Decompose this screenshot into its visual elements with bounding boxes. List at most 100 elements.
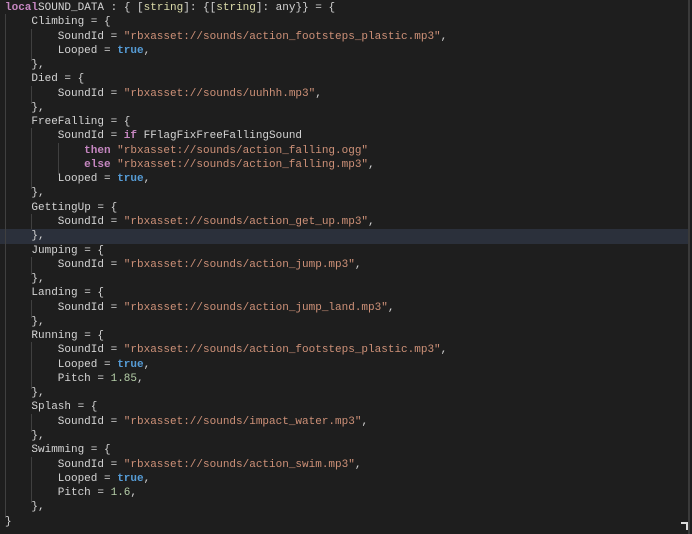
code-line[interactable]: Looped = true, bbox=[5, 42, 688, 62]
code-text: SoundId = bbox=[57, 258, 124, 271]
code-line[interactable]: SoundId = "rbxasset://sounds/action_jump… bbox=[5, 256, 688, 276]
code-text: Looped = bbox=[57, 472, 118, 485]
code-line[interactable]: SoundId = "rbxasset://sounds/action_jump… bbox=[5, 299, 688, 319]
code-line[interactable]: }, bbox=[5, 185, 688, 205]
indent-guide bbox=[31, 485, 57, 504]
indent-guide bbox=[31, 213, 57, 233]
indent-guide bbox=[5, 470, 31, 490]
string-literal: "rbxasset://sounds/uuhhh.mp3" bbox=[123, 87, 316, 100]
code-line[interactable]: SoundId = "rbxasset://sounds/action_get_… bbox=[5, 213, 688, 233]
code-line[interactable]: Splash = { bbox=[5, 399, 688, 419]
indent-guide bbox=[5, 285, 31, 304]
code-line[interactable]: SoundId = "rbxasset://sounds/action_swim… bbox=[5, 456, 688, 476]
code-line[interactable]: GettingUp = { bbox=[5, 199, 688, 219]
code-text: FreeFalling = { bbox=[31, 116, 131, 129]
boolean-literal: true bbox=[117, 44, 144, 57]
code-line[interactable]: Pitch = 1.6, bbox=[5, 485, 688, 504]
code-text: , bbox=[354, 458, 362, 471]
code-line[interactable]: Running = { bbox=[5, 328, 688, 347]
code-text: SoundId = bbox=[57, 415, 124, 428]
type-annotation: string bbox=[143, 2, 184, 14]
string-literal: "rbxasset://sounds/action_get_up.mp3" bbox=[123, 215, 369, 228]
code-text: , bbox=[361, 415, 369, 428]
code-text: , bbox=[143, 173, 151, 186]
code-line[interactable]: Died = { bbox=[5, 71, 688, 90]
code-text: , bbox=[387, 301, 395, 314]
indent-guide bbox=[5, 427, 31, 447]
string-literal: "rbxasset://sounds/action_falling.mp3" bbox=[110, 158, 369, 171]
code-area[interactable]: localSOUND_DATA : { [string]: {[string]:… bbox=[0, 1, 688, 529]
code-line[interactable]: Swimming = { bbox=[5, 442, 688, 461]
boolean-literal: true bbox=[117, 358, 144, 371]
indent-guide bbox=[5, 313, 31, 333]
string-literal: "rbxasset://sounds/action_footsteps_plas… bbox=[123, 344, 441, 357]
code-line[interactable]: Pitch = 1.85, bbox=[5, 370, 688, 390]
indent-guide bbox=[31, 342, 57, 362]
code-line[interactable]: }, bbox=[0, 228, 688, 247]
code-text: , bbox=[440, 344, 448, 357]
code-line[interactable]: }, bbox=[5, 313, 688, 333]
code-line[interactable]: SoundId = "rbxasset://sounds/action_foot… bbox=[5, 342, 688, 362]
code-text: FFlagFixFreeFallingSound bbox=[137, 130, 303, 143]
code-line[interactable]: then "rbxasset://sounds/action_falling.o… bbox=[5, 142, 688, 162]
code-line[interactable]: SoundId = if FFlagFixFreeFallingSound bbox=[5, 128, 688, 148]
code-text: } bbox=[5, 515, 12, 528]
code-editor[interactable]: localSOUND_DATA : { [string]: {[string]:… bbox=[0, 0, 690, 534]
code-line[interactable]: Climbing = { bbox=[5, 14, 688, 33]
string-literal: "rbxasset://sounds/action_jump_land.mp3" bbox=[123, 301, 388, 314]
code-line[interactable]: }, bbox=[5, 499, 688, 518]
code-line[interactable]: SoundId = "rbxasset://sounds/action_foot… bbox=[5, 28, 688, 48]
code-text: , bbox=[440, 30, 448, 43]
code-text: Landing = { bbox=[31, 287, 105, 300]
code-line[interactable]: Looped = true, bbox=[5, 356, 688, 376]
indent-guide bbox=[5, 370, 31, 390]
code-text: , bbox=[137, 372, 144, 385]
code-text: }, bbox=[31, 315, 45, 328]
code-line[interactable]: Landing = { bbox=[5, 285, 688, 304]
code-text: SOUND_DATA : { [ bbox=[38, 2, 144, 14]
code-text: ]: any}} = { bbox=[255, 2, 336, 14]
indent-guide bbox=[31, 28, 57, 48]
code-line[interactable]: FreeFalling = { bbox=[5, 114, 688, 133]
code-line[interactable]: localSOUND_DATA : { [string]: {[string]:… bbox=[5, 1, 688, 15]
indent-guide bbox=[31, 128, 57, 148]
indent-guide bbox=[5, 57, 31, 76]
number-literal: 1.85 bbox=[110, 372, 137, 385]
code-line[interactable]: SoundId = "rbxasset://sounds/uuhhh.mp3", bbox=[5, 85, 688, 105]
code-line[interactable]: }, bbox=[5, 427, 688, 447]
indent-guide bbox=[5, 85, 31, 105]
code-line[interactable]: }, bbox=[5, 385, 688, 404]
keyword: then bbox=[84, 144, 111, 157]
code-line[interactable]: SoundId = "rbxasset://sounds/impact_wate… bbox=[5, 413, 688, 433]
indent-guide bbox=[31, 456, 57, 476]
resize-handle-icon[interactable] bbox=[681, 522, 688, 530]
boolean-literal: true bbox=[117, 173, 144, 186]
string-literal: "rbxasset://sounds/action_swim.mp3" bbox=[123, 458, 355, 471]
code-line[interactable]: }, bbox=[5, 99, 688, 119]
code-line[interactable]: } bbox=[5, 515, 688, 529]
code-line[interactable]: Jumping = { bbox=[5, 242, 688, 262]
indent-guide bbox=[31, 156, 57, 176]
code-line[interactable]: }, bbox=[5, 271, 688, 290]
indent-guide bbox=[31, 470, 57, 490]
code-line[interactable]: Looped = true, bbox=[5, 171, 688, 190]
indent-guide bbox=[31, 85, 57, 105]
indent-guide bbox=[31, 42, 57, 62]
indent-guide bbox=[5, 71, 31, 90]
boolean-literal: true bbox=[117, 472, 144, 485]
code-line[interactable]: else "rbxasset://sounds/action_falling.m… bbox=[5, 156, 688, 176]
code-text: Splash = { bbox=[31, 401, 98, 414]
code-line[interactable]: }, bbox=[5, 57, 688, 76]
indent-guide bbox=[5, 42, 31, 62]
code-line[interactable]: Looped = true, bbox=[5, 470, 688, 490]
code-text: SoundId = bbox=[57, 458, 124, 471]
indent-guide bbox=[5, 499, 31, 518]
code-text: }, bbox=[31, 501, 45, 514]
code-text: }, bbox=[31, 187, 45, 200]
indent-guide bbox=[5, 171, 31, 190]
string-literal: "rbxasset://sounds/action_jump.mp3" bbox=[123, 258, 355, 271]
code-text: SoundId = bbox=[57, 344, 124, 357]
code-text: }, bbox=[31, 230, 45, 243]
code-text: Running = { bbox=[31, 330, 105, 343]
indent-guide bbox=[5, 485, 31, 504]
